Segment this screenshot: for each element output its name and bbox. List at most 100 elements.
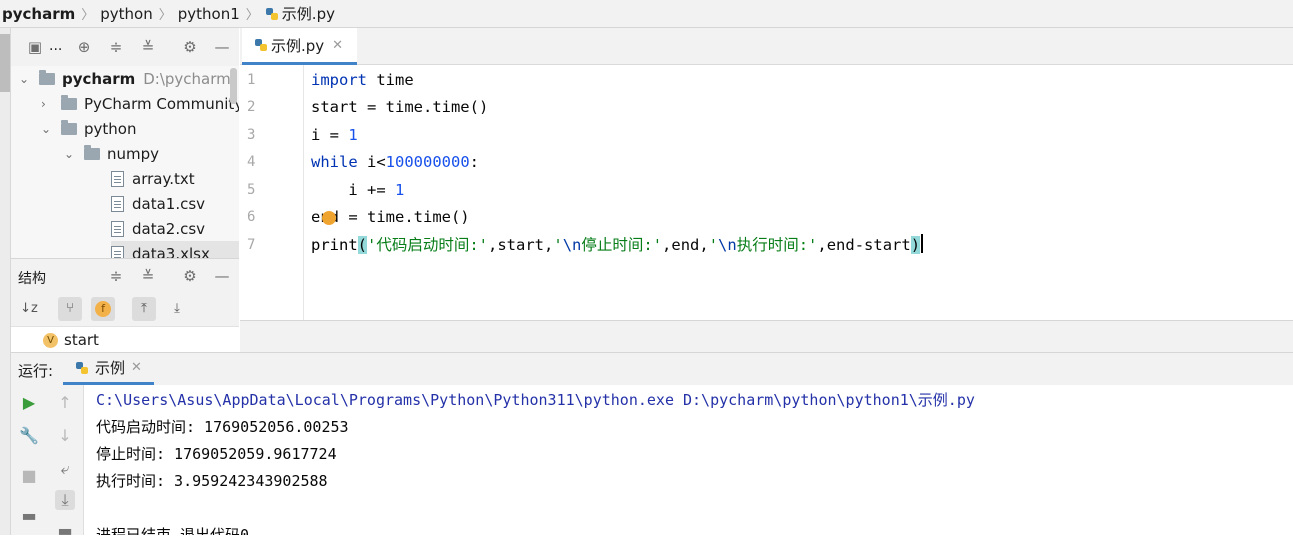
string-token: '	[553, 236, 563, 254]
close-icon[interactable]: ✕	[332, 38, 343, 53]
number-token: 1	[348, 126, 358, 144]
console-line: 执行时间: 3.959242343902588	[96, 472, 328, 490]
run-tab[interactable]: 示例 ✕	[63, 353, 154, 385]
code-line: print('代码启动时间:',start,'\n停止时间:',end,'\n执…	[311, 232, 924, 259]
code-line: i += 1	[311, 177, 404, 204]
run-toolbar-primary: ▶ 🔧 ■ ▬	[11, 385, 47, 535]
navigate-up-icon[interactable]: ⤒	[132, 297, 156, 321]
structure-header: 结构 ≑ ≚ ⚙ —	[11, 258, 239, 293]
chevron-right-icon[interactable]: ›	[41, 97, 53, 111]
editor-tab-file[interactable]: 示例.py ✕	[242, 28, 358, 65]
project-view-icon[interactable]: ▣	[26, 38, 44, 56]
keyword-token: while	[311, 153, 358, 171]
tree-item-label: numpy	[107, 144, 160, 163]
soft-wrap-icon[interactable]: ⤶	[55, 459, 75, 479]
navigate-down-icon[interactable]: ⤓	[165, 297, 189, 321]
code-editor[interactable]: import time start = time.time() i = 1 wh…	[304, 65, 1293, 320]
gear-icon[interactable]: ⚙	[181, 38, 199, 56]
intention-bulb-icon[interactable]	[322, 211, 336, 225]
structure-item-start[interactable]: V start	[43, 329, 99, 351]
line-number: 5	[247, 182, 256, 198]
console-line: 停止时间: 1769052059.9617724	[96, 445, 337, 463]
minimize-icon[interactable]: —	[213, 267, 231, 285]
structure-toolbar: ↓z ⑂ f ⤒ ⤓	[11, 292, 239, 327]
breadcrumb-separator-icon: 〉	[245, 8, 259, 23]
tree-item-file[interactable]: array.txt	[111, 166, 195, 191]
console-line: C:\Users\Asus\AppData\Local\Programs\Pyt…	[96, 391, 975, 409]
line-number: 7	[247, 237, 256, 253]
line-number: 2	[247, 99, 256, 115]
tree-item-numpy[interactable]: ⌄ numpy	[64, 141, 159, 166]
console-line: 进程已结束,退出代码0	[96, 526, 250, 535]
expand-all-icon[interactable]: ≑	[107, 267, 125, 285]
code-token: ,end,	[662, 236, 709, 254]
collapse-all-icon[interactable]: ≚	[139, 267, 157, 285]
expand-all-icon[interactable]: ≑	[107, 38, 125, 56]
gear-icon[interactable]: ⚙	[181, 267, 199, 285]
string-token: 执行时间:'	[736, 236, 818, 254]
folder-icon	[84, 144, 100, 160]
text-file-icon	[111, 170, 124, 187]
line-number: 6	[247, 209, 256, 225]
chevron-down-icon[interactable]: ⌄	[19, 72, 31, 86]
breadcrumb-item-python[interactable]: python	[94, 5, 158, 23]
editor-bottom-bar	[240, 320, 1293, 352]
locate-icon[interactable]: ⊕	[75, 38, 93, 56]
code-line: start = time.time()	[311, 94, 488, 121]
breadcrumb-item-file[interactable]: 示例.py	[259, 3, 341, 24]
project-toolbar: ▣ ... ⊕ ≑ ≚ ⚙ —	[11, 28, 239, 66]
line-number: 4	[247, 154, 256, 170]
arrow-up-icon[interactable]: ↑	[55, 393, 75, 413]
minimize-icon[interactable]: —	[213, 38, 231, 56]
line-number-gutter: 1 2 3 4 5 6 7	[240, 65, 304, 320]
code-token: :	[469, 153, 480, 171]
breadcrumb-item-python1[interactable]: python1	[172, 5, 246, 23]
tree-scrollbar[interactable]	[230, 68, 237, 104]
tree-item-pycharm-community[interactable]: › PyCharm Community	[41, 91, 239, 116]
folder-icon	[39, 69, 55, 85]
tree-item-file[interactable]: data2.csv	[111, 216, 205, 241]
show-inherited-icon[interactable]: ⑂	[58, 297, 82, 321]
run-panel-header: 运行: 示例 ✕	[11, 352, 1293, 385]
stop-icon[interactable]: ■	[19, 466, 39, 486]
scroll-to-end-icon[interactable]: ⤓	[55, 490, 75, 510]
tree-item-file[interactable]: data3.xlsx	[111, 241, 239, 258]
tree-item-file[interactable]: data1.csv	[111, 191, 205, 216]
arrow-down-icon[interactable]: ↓	[55, 426, 75, 446]
tree-item-python[interactable]: ⌄ python	[41, 116, 136, 141]
code-token: i +=	[311, 181, 395, 199]
code-line: import time	[311, 67, 414, 94]
line-number: 3	[247, 127, 256, 143]
project-tool-tab[interactable]	[0, 34, 10, 92]
tree-item-pycharm[interactable]: ⌄ pycharm D:\pycharm	[19, 66, 231, 91]
breadcrumb: pycharm 〉 python 〉 python1 〉 示例.py	[0, 0, 1293, 28]
code-token: i<	[357, 153, 386, 171]
console-output[interactable]: C:\Users\Asus\AppData\Local\Programs\Pyt…	[84, 385, 1293, 535]
folder-icon	[61, 94, 77, 110]
breadcrumb-separator-icon: 〉	[158, 8, 172, 23]
sort-alpha-icon[interactable]: ↓z	[17, 297, 41, 321]
line-number: 1	[247, 72, 256, 88]
function-token: print	[311, 236, 358, 254]
code-line: i = 1	[311, 122, 358, 149]
chevron-down-icon[interactable]: ⌄	[64, 147, 76, 161]
code-token: ,end-start	[817, 236, 911, 254]
rerun-icon[interactable]: ▶	[19, 393, 39, 413]
number-token: 100000000	[385, 153, 470, 171]
escape-token: \n	[718, 236, 737, 254]
paren-token: (	[357, 236, 368, 254]
breadcrumb-item-pycharm[interactable]: pycharm	[0, 5, 81, 23]
close-icon[interactable]: ✕	[131, 360, 142, 375]
wrench-icon[interactable]: 🔧	[19, 426, 39, 446]
variable-icon: V	[43, 332, 58, 348]
show-fields-icon[interactable]: f	[91, 297, 115, 321]
chevron-down-icon[interactable]: ⌄	[41, 122, 53, 136]
left-tool-strip	[0, 28, 11, 535]
string-token: 停止时间:'	[581, 236, 663, 254]
project-view-title[interactable]: ...	[49, 38, 62, 54]
tree-item-path: D:\pycharm	[143, 69, 231, 88]
print-icon[interactable]: ▬	[55, 521, 75, 541]
collapse-all-icon[interactable]: ≚	[139, 38, 157, 56]
paren-token: )	[910, 236, 921, 254]
layout-icon[interactable]: ▬	[19, 506, 39, 526]
